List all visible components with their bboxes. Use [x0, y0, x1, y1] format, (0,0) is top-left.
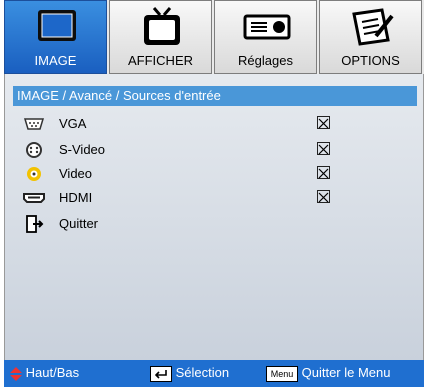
menu-item-hdmi[interactable]: HDMI: [23, 188, 393, 208]
footer-quit: Menu Quitter le Menu: [266, 365, 391, 382]
tab-bar: IMAGE AFFICHER Réglages OPTIONS: [4, 0, 424, 74]
hdmi-connector-icon: [23, 189, 45, 207]
tab-image[interactable]: IMAGE: [4, 0, 107, 74]
footer-select: Sélection: [150, 365, 229, 382]
item-label: VGA: [59, 116, 87, 131]
footer-nav-label: Haut/Bas: [25, 365, 80, 380]
monitor-icon: [5, 6, 106, 48]
projector-icon: [215, 6, 316, 48]
item-label: Video: [59, 166, 93, 181]
vga-connector-icon: [23, 115, 45, 133]
footer-select-label: Sélection: [175, 365, 230, 380]
menu-panel: IMAGE / Avancé / Sources d'entrée VGA S-…: [4, 74, 424, 360]
tab-reglages[interactable]: Réglages: [214, 0, 317, 74]
tab-label: AFFICHER: [128, 53, 193, 68]
item-label: S-Video: [59, 142, 106, 157]
menu-item-video[interactable]: Video: [23, 164, 393, 184]
video-connector-icon: [23, 165, 45, 183]
footer-quit-label: Quitter le Menu: [301, 365, 391, 380]
tab-options[interactable]: OPTIONS: [319, 0, 422, 74]
enter-key-icon: [150, 365, 172, 382]
tab-label: Réglages: [238, 53, 293, 68]
item-label: HDMI: [59, 190, 93, 205]
menu-item-vga[interactable]: VGA: [23, 114, 393, 134]
up-down-arrow-icon: [10, 366, 22, 381]
tab-afficher[interactable]: AFFICHER: [109, 0, 212, 74]
exit-icon: [23, 215, 45, 233]
menu-item-svideo[interactable]: S-Video: [23, 140, 393, 160]
menu-item-quitter[interactable]: Quitter: [23, 214, 393, 234]
footer-nav: Haut/Bas: [10, 365, 79, 381]
checkbox-svideo[interactable]: [317, 142, 330, 155]
osd-menu: IMAGE AFFICHER Réglages OPTIONS IMAGE / …: [0, 0, 428, 387]
breadcrumb: IMAGE / Avancé / Sources d'entrée: [13, 86, 417, 106]
tab-label: OPTIONS: [341, 53, 400, 68]
tv-icon: [110, 6, 211, 48]
svideo-connector-icon: [23, 141, 45, 159]
checkbox-vga[interactable]: [317, 116, 330, 129]
menu-key-icon: Menu: [266, 365, 298, 382]
checkbox-video[interactable]: [317, 166, 330, 179]
tab-label: IMAGE: [34, 53, 77, 68]
item-label: Quitter: [59, 216, 99, 231]
notepad-icon: [320, 6, 421, 48]
checkbox-hdmi[interactable]: [317, 190, 330, 203]
footer-bar: Haut/Bas Sélection Menu Quitter le Menu: [4, 360, 424, 387]
